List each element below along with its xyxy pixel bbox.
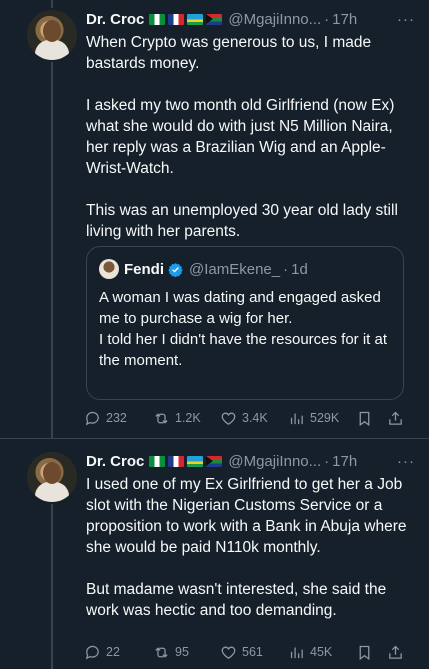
views-button[interactable]: 529K	[288, 410, 339, 427]
quoted-author-name: Fendi	[124, 260, 164, 278]
retweet-icon	[155, 646, 168, 658]
reply-button[interactable]: 232	[84, 410, 127, 427]
like-count: 561	[242, 645, 263, 659]
like-count: 3.4K	[242, 411, 268, 425]
more-options-icon[interactable]: ···	[397, 11, 415, 28]
share-icon	[389, 411, 402, 425]
share-icon	[389, 645, 402, 659]
author-handle[interactable]: @MgajiInno...	[228, 453, 321, 470]
bookmark-button[interactable]	[356, 410, 378, 427]
views-count: 529K	[310, 411, 340, 425]
share-button[interactable]	[387, 410, 409, 427]
south-africa-flag-icon	[206, 455, 223, 467]
retweet-button[interactable]: 95	[153, 644, 189, 661]
bookmark-icon	[359, 645, 370, 660]
quoted-tweet-text: A woman I was dating and engaged asked m…	[99, 289, 388, 369]
nigeria-flag-icon	[149, 13, 166, 25]
heart-icon	[221, 646, 236, 659]
tweet-text: When Crypto was generous to us, I made b…	[86, 34, 398, 240]
share-button[interactable]	[387, 644, 409, 661]
quoted-author-handle: @IamEkene_	[189, 260, 281, 278]
thread-line	[51, 0, 53, 8]
france-flag-icon	[168, 455, 185, 467]
separator-dot: ·	[324, 10, 330, 28]
views-button[interactable]: 45K	[288, 644, 332, 661]
tweet-text: I used one of my Ex Girlfriend to get he…	[86, 476, 407, 619]
bookmark-icon	[359, 411, 370, 426]
quoted-timestamp: 1d	[291, 260, 308, 278]
timestamp[interactable]: 17h	[332, 11, 357, 28]
reply-icon	[85, 645, 99, 659]
tweet-header: Dr. Croc @MgajiInno... · 17h ···	[86, 8, 415, 30]
views-chart-icon	[290, 413, 303, 424]
tweet[interactable]: Dr. Croc @MgajiInno... · 17h ··· When Cr…	[0, 8, 429, 438]
rwanda-flag-icon	[187, 13, 204, 25]
author-name[interactable]: Dr. Croc	[86, 453, 144, 470]
tweet-actions: 232 1.2K 3.4K 529K	[84, 408, 406, 428]
tweet-actions: 22 95 561 45K	[84, 642, 406, 662]
reply-button[interactable]: 22	[84, 644, 120, 661]
heart-icon	[221, 412, 236, 425]
retweet-button[interactable]: 1.2K	[153, 410, 201, 427]
tweet[interactable]: Dr. Croc @MgajiInno... · 17h ··· I used …	[0, 450, 429, 669]
france-flag-icon	[168, 13, 185, 25]
more-options-icon[interactable]: ···	[397, 453, 415, 470]
retweet-count: 1.2K	[175, 411, 201, 425]
reply-icon	[85, 411, 99, 425]
views-count: 45K	[310, 645, 333, 659]
quoted-tweet[interactable]: Fendi @IamEkene_ · 1d A woman I was dati…	[86, 246, 404, 400]
quoted-avatar	[99, 259, 119, 279]
retweet-icon	[155, 412, 168, 424]
verified-badge-icon	[168, 262, 183, 277]
timestamp[interactable]: 17h	[332, 453, 357, 470]
like-button[interactable]: 3.4K	[220, 410, 268, 427]
south-africa-flag-icon	[206, 13, 223, 25]
quoted-tweet-header: Fendi @IamEkene_ · 1d	[99, 259, 308, 279]
retweet-count: 95	[175, 645, 189, 659]
views-chart-icon	[290, 647, 303, 658]
reply-count: 232	[106, 411, 127, 425]
reply-count: 22	[106, 645, 120, 659]
rwanda-flag-icon	[187, 455, 204, 467]
nigeria-flag-icon	[149, 455, 166, 467]
bookmark-button[interactable]	[356, 644, 378, 661]
avatar[interactable]	[27, 10, 77, 60]
flag-emojis	[149, 455, 223, 467]
separator-dot: ·	[324, 452, 330, 470]
tweet-header: Dr. Croc @MgajiInno... · 17h ···	[86, 450, 415, 472]
flag-emojis	[149, 13, 223, 25]
author-name[interactable]: Dr. Croc	[86, 11, 144, 28]
author-handle[interactable]: @MgajiInno...	[228, 11, 321, 28]
like-button[interactable]: 561	[220, 644, 263, 661]
separator-dot: ·	[283, 260, 289, 278]
tweet-divider	[0, 438, 429, 439]
avatar[interactable]	[27, 452, 77, 502]
